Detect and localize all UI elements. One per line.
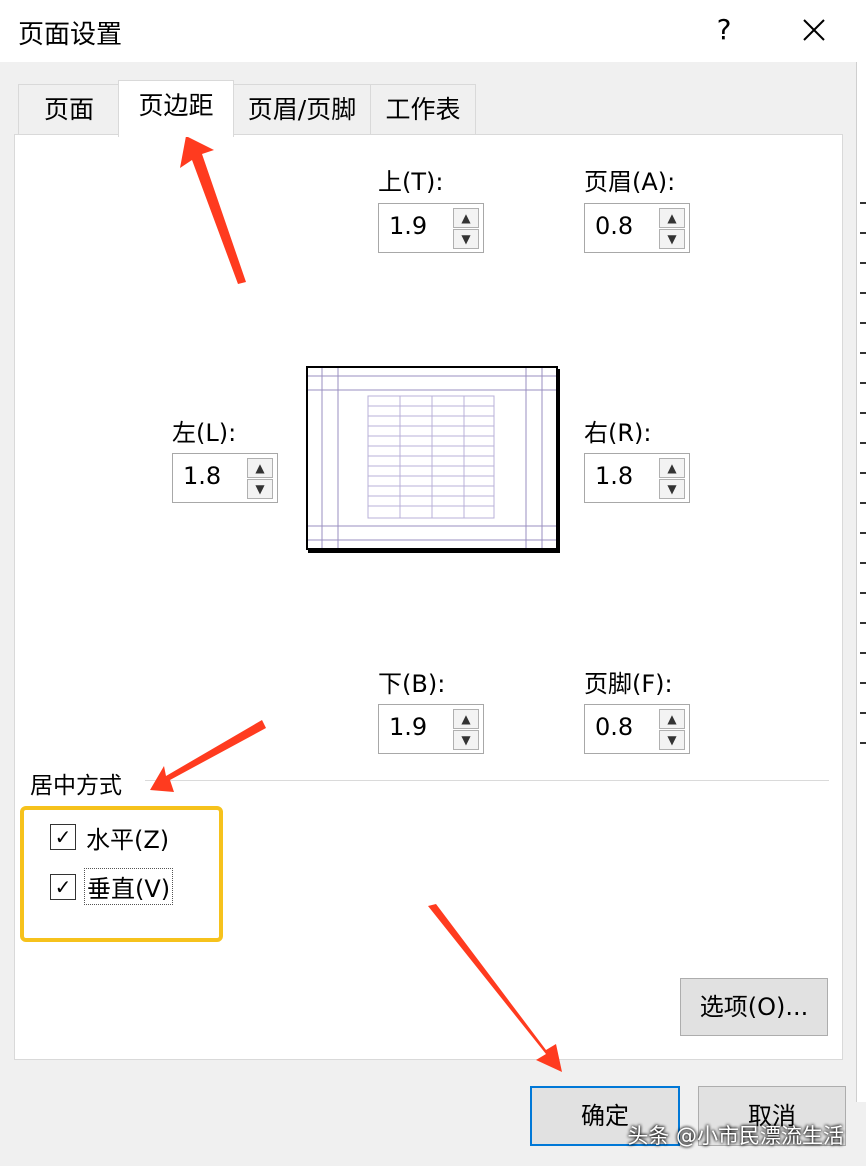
vertical-checkbox-label[interactable]: 垂直(V) bbox=[84, 868, 174, 905]
bottom-margin-spinner[interactable]: 1.9 ▲ ▼ bbox=[378, 704, 484, 754]
spin-up-icon[interactable]: ▲ bbox=[247, 458, 273, 478]
tab-margins[interactable]: 页边距 bbox=[118, 80, 234, 137]
footer-margin-value[interactable]: 0.8 bbox=[595, 713, 633, 741]
tab-page[interactable]: 页面 bbox=[18, 84, 120, 135]
center-on-page-group-label: 居中方式 bbox=[30, 773, 122, 799]
background-window-edge bbox=[856, 62, 866, 1102]
close-button[interactable] bbox=[794, 10, 834, 50]
right-margin-spinner[interactable]: 1.8 ▲ ▼ bbox=[584, 453, 690, 503]
help-button[interactable]: ? bbox=[704, 10, 744, 50]
footer-margin-spinner[interactable]: 0.8 ▲ ▼ bbox=[584, 704, 690, 754]
top-margin-spinner[interactable]: 1.9 ▲ ▼ bbox=[378, 203, 484, 253]
spin-up-icon[interactable]: ▲ bbox=[659, 709, 685, 729]
watermark: 头条 @小市民漂流生活 bbox=[627, 1124, 844, 1148]
spin-up-icon[interactable]: ▲ bbox=[659, 208, 685, 228]
spin-down-icon[interactable]: ▼ bbox=[659, 479, 685, 499]
spin-down-icon[interactable]: ▼ bbox=[659, 229, 685, 249]
left-margin-spinner[interactable]: 1.8 ▲ ▼ bbox=[172, 453, 278, 503]
top-margin-label: 上(T): bbox=[378, 168, 444, 196]
header-margin-label: 页眉(A): bbox=[584, 168, 676, 196]
top-margin-value[interactable]: 1.9 bbox=[389, 212, 427, 240]
left-margin-label: 左(L): bbox=[172, 419, 237, 447]
right-margin-label: 右(R): bbox=[584, 419, 652, 447]
spin-down-icon[interactable]: ▼ bbox=[453, 229, 479, 249]
spin-up-icon[interactable]: ▲ bbox=[453, 709, 479, 729]
spin-up-icon[interactable]: ▲ bbox=[659, 458, 685, 478]
left-margin-value[interactable]: 1.8 bbox=[183, 462, 221, 490]
header-margin-value[interactable]: 0.8 bbox=[595, 212, 633, 240]
spin-up-icon[interactable]: ▲ bbox=[453, 208, 479, 228]
tab-header-footer[interactable]: 页眉/页脚 bbox=[232, 84, 372, 135]
bottom-margin-label: 下(B): bbox=[378, 670, 446, 698]
vertical-checkbox[interactable]: ✓ bbox=[50, 874, 76, 900]
group-separator bbox=[145, 780, 829, 781]
spin-down-icon[interactable]: ▼ bbox=[659, 730, 685, 750]
spin-down-icon[interactable]: ▼ bbox=[453, 730, 479, 750]
spin-down-icon[interactable]: ▼ bbox=[247, 479, 273, 499]
footer-margin-label: 页脚(F): bbox=[584, 670, 673, 698]
right-margin-value[interactable]: 1.8 bbox=[595, 462, 633, 490]
horizontal-checkbox[interactable]: ✓ bbox=[50, 824, 76, 850]
close-icon bbox=[803, 19, 825, 41]
bottom-margin-value[interactable]: 1.9 bbox=[389, 713, 427, 741]
header-margin-spinner[interactable]: 0.8 ▲ ▼ bbox=[584, 203, 690, 253]
options-button[interactable]: 选项(O)... bbox=[680, 978, 828, 1036]
tab-sheet[interactable]: 工作表 bbox=[370, 84, 476, 135]
page-setup-dialog: 页面设置 ? 页面 页边距 页眉/页脚 工作表 上(T): 1.9 ▲ ▼ 页眉… bbox=[0, 0, 866, 1166]
page-preview bbox=[306, 366, 558, 550]
page-preview-graphic bbox=[308, 368, 556, 548]
dialog-title: 页面设置 bbox=[18, 20, 123, 50]
title-bar: 页面设置 ? bbox=[0, 0, 866, 62]
horizontal-checkbox-label[interactable]: 水平(Z) bbox=[86, 820, 169, 855]
